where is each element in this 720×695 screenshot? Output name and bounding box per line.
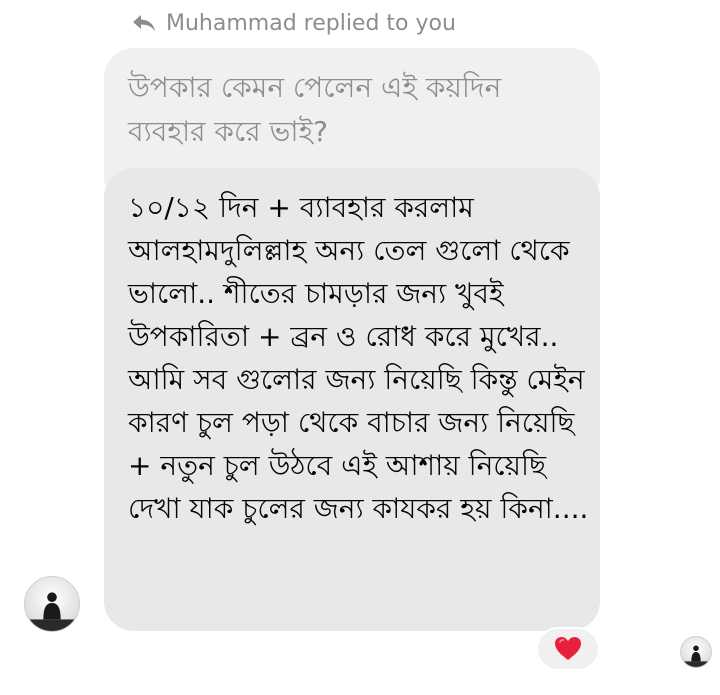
reply-header-text: Muhammad replied to you <box>166 10 456 36</box>
seen-avatar <box>680 636 712 668</box>
red-heart-icon <box>555 637 581 660</box>
reply-arrow-icon <box>132 12 158 34</box>
heart-reaction[interactable] <box>536 627 600 671</box>
sender-avatar[interactable] <box>24 576 80 632</box>
reply-header: Muhammad replied to you <box>132 8 456 38</box>
person-silhouette-icon <box>681 645 711 667</box>
person-silhouette-icon <box>25 592 79 631</box>
quoted-message-text: উপকার কেমন পেলেন এই কয়দিন ব্যবহার করে ভ… <box>128 71 502 148</box>
reply-message-text: ১০/১২ দিন + ব্যাবহার করলাম আলহামদুলিল্লা… <box>128 191 589 525</box>
